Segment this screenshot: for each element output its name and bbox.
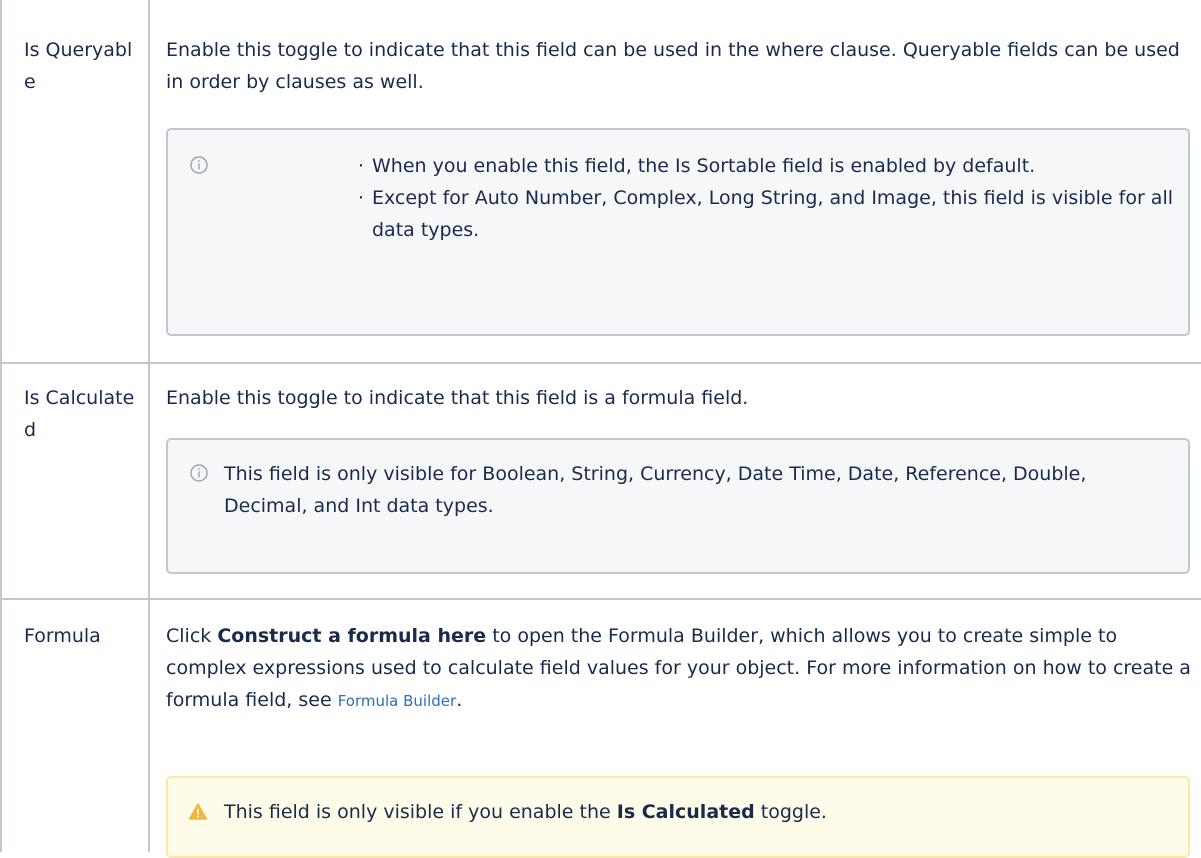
info-panel: When you enable this field, the Is Sorta… [166, 128, 1190, 336]
info-text: This field is only visible for Boolean, … [224, 463, 1087, 517]
column-divider [148, 0, 150, 852]
row-label-is-calculated: Is Calculated [24, 387, 135, 441]
row-description-is-queryable: Enable this toggle to indicate that this… [166, 39, 1180, 93]
info-icon [190, 464, 208, 482]
warning-panel: This field is only visible if you enable… [166, 776, 1190, 858]
formula-text-start: Click [166, 625, 218, 647]
info-panel: This field is only visible for Boolean, … [166, 438, 1190, 574]
row-divider [2, 362, 1201, 364]
row-description-is-calculated: Enable this toggle to indicate that this… [166, 387, 749, 409]
warning-text-end: toggle. [754, 801, 827, 823]
list-item: When you enable this field, the Is Sorta… [358, 150, 1178, 182]
info-icon [190, 156, 208, 174]
row-description-formula: Click Construct a formula here to open t… [166, 620, 1196, 717]
row-label-formula: Formula [24, 625, 101, 647]
construct-formula-label: Construct a formula here [217, 625, 487, 647]
row-divider [2, 598, 1201, 600]
info-bullet-list: When you enable this field, the Is Sorta… [358, 150, 1178, 246]
fields-table: Is Queryable Enable this toggle to indic… [0, 0, 1201, 858]
is-calculated-label: Is Calculated [616, 801, 755, 823]
formula-builder-link[interactable]: Formula Builder [338, 692, 456, 710]
warning-icon [188, 803, 208, 820]
list-item: Except for Auto Number, Complex, Long St… [358, 182, 1178, 246]
warning-text: This field is only visible if you enable… [224, 796, 1144, 828]
formula-text-end: . [456, 689, 463, 711]
warning-text-start: This field is only visible if you enable… [224, 801, 617, 823]
row-label-is-queryable: Is Queryable [24, 39, 133, 93]
